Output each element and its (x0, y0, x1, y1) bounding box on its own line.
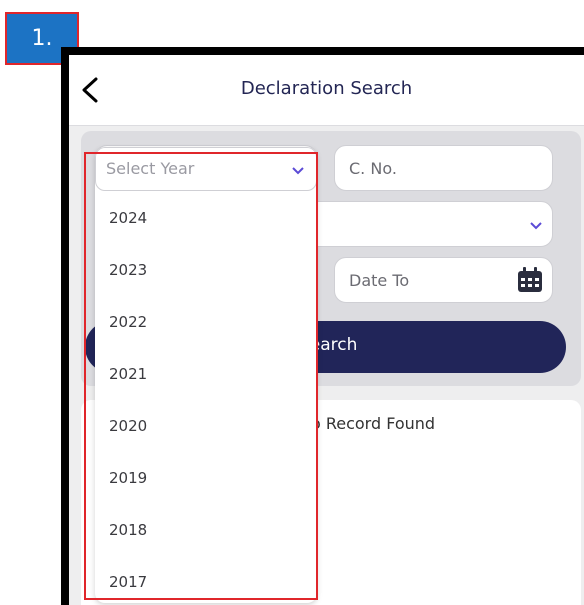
year-option[interactable]: 2020 (95, 399, 317, 451)
chevron-down-icon (530, 222, 542, 230)
year-option[interactable]: 2023 (95, 243, 317, 295)
year-option[interactable]: 2018 (95, 503, 317, 555)
year-option[interactable]: 2019 (95, 451, 317, 503)
year-option[interactable]: 2022 (95, 295, 317, 347)
page-title: Declaration Search (240, 78, 413, 99)
app-screen: Declaration Search C. No. Date To Search… (69, 55, 584, 605)
calendar-icon[interactable] (516, 266, 544, 294)
year-dropdown: Select Year 2024 2023 2022 2021 2020 201… (95, 147, 317, 603)
date-to-input[interactable]: Date To (334, 257, 553, 303)
cno-placeholder: C. No. (349, 159, 397, 178)
step-badge-label: 1. (31, 26, 53, 51)
year-option[interactable]: 2024 (95, 191, 317, 243)
year-option[interactable]: 2021 (95, 347, 317, 399)
chevron-down-icon (292, 167, 304, 175)
app-bar: Declaration Search (69, 55, 584, 126)
phone-frame: Declaration Search C. No. Date To Search… (61, 47, 584, 605)
year-select-placeholder: Select Year (106, 159, 195, 178)
year-option[interactable]: 2017 (95, 555, 317, 603)
no-record-message: No Record Found (299, 414, 436, 433)
year-select[interactable]: Select Year (95, 147, 317, 191)
year-options-list: 2024 2023 2022 2021 2020 2019 2018 2017 (95, 191, 317, 603)
cno-input[interactable]: C. No. (334, 145, 553, 191)
date-to-placeholder: Date To (349, 271, 410, 290)
